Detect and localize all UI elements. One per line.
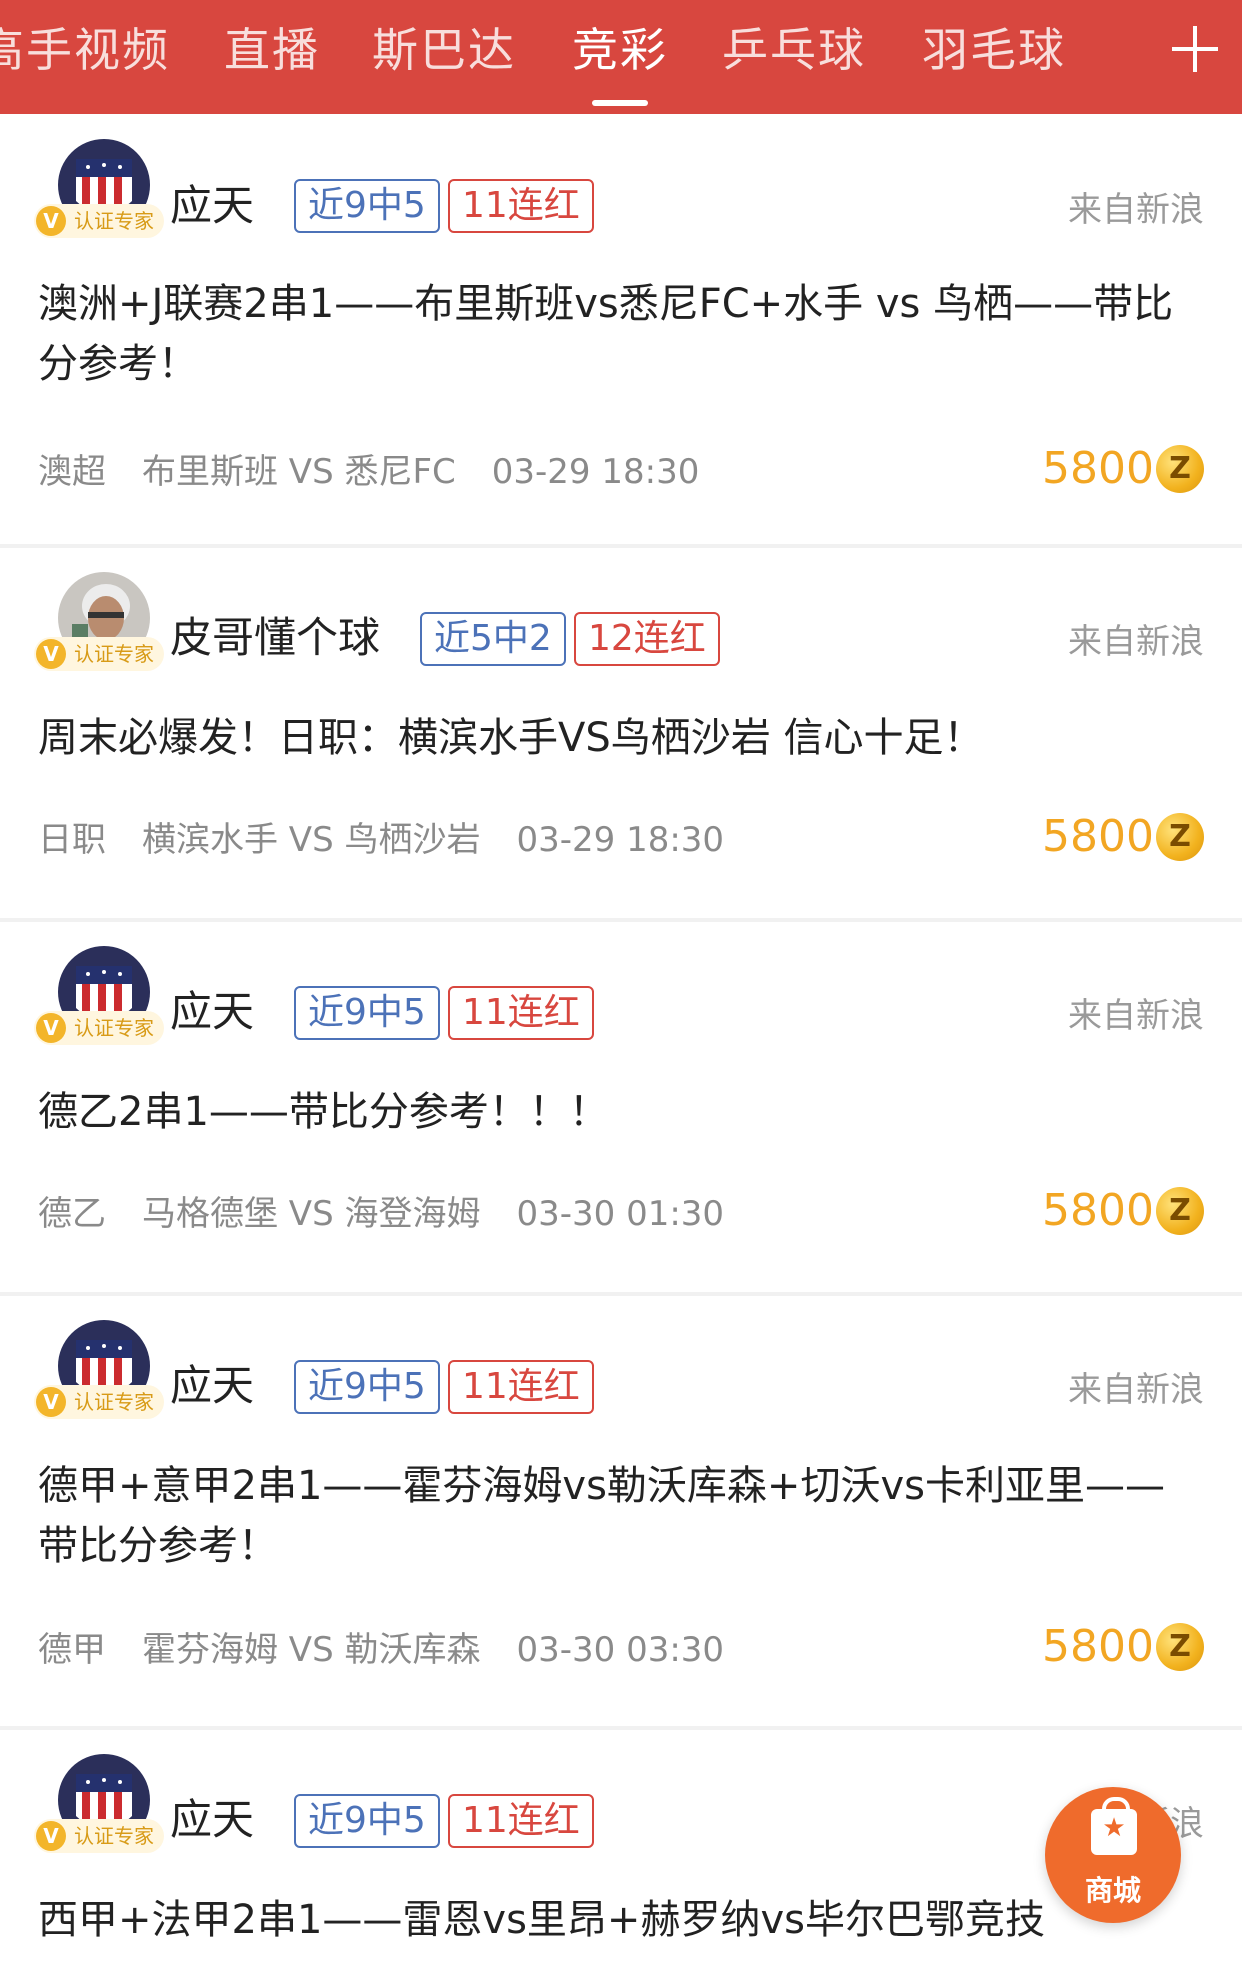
post-title[interactable]: 德甲+意甲2串1——霍芬海姆vs勒沃库森+切沃vs卡利亚里——带比分参考！ [38, 1456, 1204, 1576]
match-info: 澳超 布里斯班 VS 悉尼FC 03-29 18:30 [38, 444, 699, 493]
shopping-bag-icon: ★ [1091, 1797, 1137, 1855]
badge-label: 认证专家 [74, 1016, 154, 1040]
tab-live[interactable]: 直播 [224, 14, 320, 86]
verified-v-icon: V [36, 1387, 66, 1417]
tab-lottery[interactable]: 竞彩 [572, 14, 668, 86]
mall-button[interactable]: ★ 商城 [1045, 1787, 1181, 1923]
badge-label: 认证专家 [74, 209, 154, 233]
verified-v-icon: V [36, 639, 66, 669]
coin-icon: Z [1156, 1187, 1204, 1235]
post-card[interactable]: V 认证专家 应天 近9中5 11连红 来自新浪 澳洲+J联赛2串1——布里斯班v… [0, 114, 1242, 544]
post-card[interactable]: V 认证专家 应天 近9中5 11连红 来自新浪 德甲+意甲2串1——霍芬海姆vs… [0, 1296, 1242, 1726]
price-tag[interactable]: 5800 Z [1042, 1184, 1204, 1238]
streak-tag: 11连红 [448, 986, 594, 1040]
verified-v-icon: V [36, 1821, 66, 1851]
post-title[interactable]: 澳洲+J联赛2串1——布里斯班vs悉尼FC+水手 vs 鸟栖——带比分参考！ [38, 274, 1204, 394]
price-value: 5800 [1042, 1621, 1154, 1672]
verified-expert-badge: V 认证专家 [34, 637, 164, 671]
verified-expert-badge: V 认证专家 [34, 204, 164, 238]
league-label: 德甲 [38, 1630, 106, 1670]
streak-tag: 12连红 [574, 612, 720, 666]
username[interactable]: 应天 [170, 1358, 254, 1414]
verified-v-icon: V [36, 1013, 66, 1043]
tab-expert-video[interactable]: 高手视频 [0, 14, 170, 86]
verified-expert-badge: V 认证专家 [34, 1819, 164, 1853]
price-tag[interactable]: 5800 Z [1042, 810, 1204, 864]
match-info: 日职 横滨水手 VS 鸟栖沙岩 03-29 18:30 [38, 812, 724, 861]
post-title[interactable]: 周末必爆发！日职：横滨水手VS鸟栖沙岩 信心十足！ [38, 708, 1204, 768]
tab-badminton[interactable]: 羽毛球 [922, 14, 1066, 86]
record-tag: 近9中5 [294, 179, 440, 233]
streak-tag: 11连红 [448, 1360, 594, 1414]
badge-label: 认证专家 [74, 642, 154, 666]
verified-v-icon: V [36, 206, 66, 236]
record-tag: 近9中5 [294, 1794, 440, 1848]
post-card[interactable]: V 认证专家 应天 近9中5 11连红 来自新浪 德乙2串1——带比分参考！！！ … [0, 922, 1242, 1292]
coin-icon: Z [1156, 445, 1204, 493]
match-time: 03-30 01:30 [516, 1194, 725, 1234]
source-label: 来自新浪 [1068, 190, 1204, 230]
username[interactable]: 皮哥懂个球 [170, 610, 380, 666]
active-tab-indicator [592, 100, 648, 106]
verified-expert-badge: V 认证专家 [34, 1385, 164, 1419]
match-label: 马格德堡 VS 海登海姆 [142, 1194, 481, 1234]
match-label: 霍芬海姆 VS 勒沃库森 [142, 1630, 481, 1670]
top-tab-bar: 高手视频 直播 斯巴达 竞彩 乒乓球 羽毛球 [0, 0, 1242, 114]
record-tag: 近5中2 [420, 612, 566, 666]
tab-sparta[interactable]: 斯巴达 [372, 14, 516, 86]
league-label: 日职 [38, 820, 106, 860]
match-label: 横滨水手 VS 鸟栖沙岩 [142, 820, 481, 860]
post-title[interactable]: 西甲+法甲2串1——雷恩vs里昂+赫罗纳vs毕尔巴鄂竞技 [38, 1890, 1204, 1950]
match-time: 03-30 03:30 [516, 1630, 725, 1670]
source-label: 来自新浪 [1068, 996, 1204, 1036]
post-title[interactable]: 德乙2串1——带比分参考！！！ [38, 1082, 1204, 1142]
record-tag: 近9中5 [294, 986, 440, 1040]
coin-icon: Z [1156, 1623, 1204, 1671]
price-value: 5800 [1042, 443, 1154, 494]
source-label: 来自新浪 [1068, 1370, 1204, 1410]
price-value: 5800 [1042, 811, 1154, 862]
username[interactable]: 应天 [170, 984, 254, 1040]
star-icon: ★ [1102, 1813, 1126, 1843]
match-label: 布里斯班 VS 悉尼FC [142, 452, 456, 492]
tab-table-tennis[interactable]: 乒乓球 [722, 14, 866, 86]
mall-label: 商城 [1084, 1874, 1141, 1907]
match-info: 德乙 马格德堡 VS 海登海姆 03-30 01:30 [38, 1186, 724, 1235]
match-time: 03-29 18:30 [516, 820, 725, 860]
league-label: 澳超 [38, 452, 106, 492]
coin-icon: Z [1156, 813, 1204, 861]
username[interactable]: 应天 [170, 178, 254, 234]
post-card[interactable]: V 认证专家 皮哥懂个球 近5中2 12连红 来自新浪 周末必爆发！日职：横滨水手… [0, 548, 1242, 918]
match-info: 德甲 霍芬海姆 VS 勒沃库森 03-30 03:30 [38, 1622, 724, 1671]
source-label: 来自新浪 [1068, 622, 1204, 662]
badge-label: 认证专家 [74, 1824, 154, 1848]
streak-tag: 11连红 [448, 179, 594, 233]
badge-label: 认证专家 [74, 1390, 154, 1414]
league-label: 德乙 [38, 1194, 106, 1234]
username[interactable]: 应天 [170, 1792, 254, 1848]
price-tag[interactable]: 5800 Z [1042, 1620, 1204, 1674]
match-time: 03-29 18:30 [491, 452, 700, 492]
verified-expert-badge: V 认证专家 [34, 1011, 164, 1045]
price-tag[interactable]: 5800 Z [1042, 442, 1204, 496]
streak-tag: 11连红 [448, 1794, 594, 1848]
price-value: 5800 [1042, 1185, 1154, 1236]
record-tag: 近9中5 [294, 1360, 440, 1414]
plus-icon[interactable] [1168, 22, 1222, 76]
